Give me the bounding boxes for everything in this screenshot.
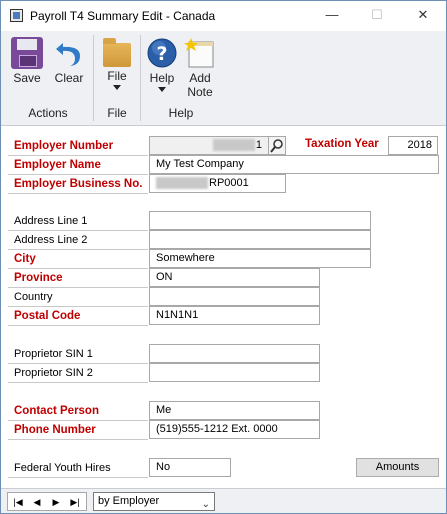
- app-icon: [10, 9, 23, 22]
- postal-code-label: Postal Code: [8, 307, 148, 326]
- city-field[interactable]: Somewhere: [149, 249, 371, 268]
- province-field[interactable]: ON: [149, 268, 320, 287]
- lookup-button[interactable]: [268, 136, 286, 155]
- employer-name-label: Employer Name: [8, 156, 148, 175]
- federal-youth-hires-label: Federal Youth Hires: [8, 459, 148, 478]
- contact-person-label: Contact Person: [8, 402, 148, 421]
- minimize-button[interactable]: —: [317, 5, 347, 25]
- help-label: Help: [149, 71, 175, 85]
- magnifier-icon: [270, 139, 283, 153]
- group-label-actions: Actions: [28, 106, 68, 120]
- save-icon: [11, 37, 43, 69]
- previous-record-button[interactable]: ◀: [30, 496, 44, 508]
- proprietor-sin-2-field[interactable]: [149, 363, 320, 382]
- city-label: City: [8, 250, 148, 269]
- t4-summary-form: Employer Number 1 Taxation Year 2018 Emp…: [1, 127, 446, 487]
- proprietor-sin-2-label: Proprietor SIN 2: [8, 364, 148, 383]
- province-label: Province: [8, 269, 148, 288]
- dropdown-arrow-icon: [158, 87, 166, 92]
- clear-label: Clear: [54, 71, 84, 85]
- country-label: Country: [8, 288, 148, 307]
- dropdown-arrow-icon: [113, 85, 121, 90]
- phone-number-field[interactable]: (519)555-1212 Ext. 0000: [149, 420, 320, 439]
- title-bar: Payroll T4 Summary Edit - Canada — ☐ ✕: [1, 1, 446, 31]
- svg-text:?: ?: [156, 43, 167, 65]
- ribbon-toolbar: Save Clear File ? Help Add Note Actions …: [1, 31, 446, 126]
- chevron-down-icon: ⌄: [201, 499, 210, 510]
- bottom-navigation-bar: |◀ ◀ ▶ ▶| by Employer ⌄: [1, 488, 446, 513]
- amounts-button[interactable]: Amounts: [356, 458, 439, 477]
- redacted-value: [156, 177, 208, 190]
- sort-order-value: by Employer: [98, 495, 160, 507]
- proprietor-sin-1-field[interactable]: [149, 344, 320, 363]
- address-line-2-label: Address Line 2: [8, 231, 148, 250]
- taxation-year-label: Taxation Year: [305, 138, 379, 150]
- employer-number-field[interactable]: 1: [149, 136, 269, 155]
- address-line-2-field[interactable]: [149, 230, 371, 249]
- proprietor-sin-1-label: Proprietor SIN 1: [8, 345, 148, 364]
- file-label: File: [107, 69, 127, 83]
- add-note-label-2: Note: [187, 85, 213, 99]
- contact-person-field[interactable]: Me: [149, 401, 320, 420]
- federal-youth-hires-field[interactable]: No: [149, 458, 231, 477]
- sort-order-select[interactable]: by Employer ⌄: [93, 492, 215, 511]
- help-icon: ?: [146, 37, 178, 69]
- postal-code-field[interactable]: N1N1N1: [149, 306, 320, 325]
- phone-number-label: Phone Number: [8, 421, 148, 440]
- employer-number-label: Employer Number: [8, 137, 148, 156]
- add-note-icon: [184, 37, 216, 69]
- add-note-label-1: Add: [189, 71, 211, 85]
- clear-button[interactable]: Clear: [49, 35, 89, 97]
- employer-business-no-field[interactable]: RP0001: [149, 174, 286, 193]
- save-button[interactable]: Save: [7, 35, 47, 97]
- maximize-button[interactable]: ☐: [362, 5, 392, 25]
- folder-icon: [103, 38, 131, 67]
- close-button[interactable]: ✕: [408, 5, 438, 25]
- group-label-file: File: [107, 106, 127, 120]
- save-label: Save: [13, 71, 41, 85]
- country-field[interactable]: [149, 287, 320, 306]
- employer-business-no-label: Employer Business No.: [8, 175, 148, 194]
- file-menu-button[interactable]: File: [98, 35, 136, 97]
- address-line-1-field[interactable]: [149, 211, 371, 230]
- group-label-help: Help: [168, 106, 194, 120]
- undo-arrow-icon: [53, 37, 85, 69]
- first-record-button[interactable]: |◀: [11, 496, 25, 508]
- redacted-value: [212, 139, 255, 152]
- window-title: Payroll T4 Summary Edit - Canada: [30, 9, 216, 23]
- next-record-button[interactable]: ▶: [49, 496, 63, 508]
- add-note-button[interactable]: Add Note: [182, 35, 218, 99]
- address-line-1-label: Address Line 1: [8, 212, 148, 231]
- last-record-button[interactable]: ▶|: [68, 496, 82, 508]
- payroll-t4-summary-window: Payroll T4 Summary Edit - Canada — ☐ ✕ S…: [0, 0, 447, 514]
- help-menu-button[interactable]: ? Help: [144, 35, 180, 97]
- employer-name-field[interactable]: My Test Company: [149, 155, 439, 174]
- taxation-year-field[interactable]: 2018: [388, 136, 438, 155]
- record-navigator: |◀ ◀ ▶ ▶|: [7, 492, 87, 511]
